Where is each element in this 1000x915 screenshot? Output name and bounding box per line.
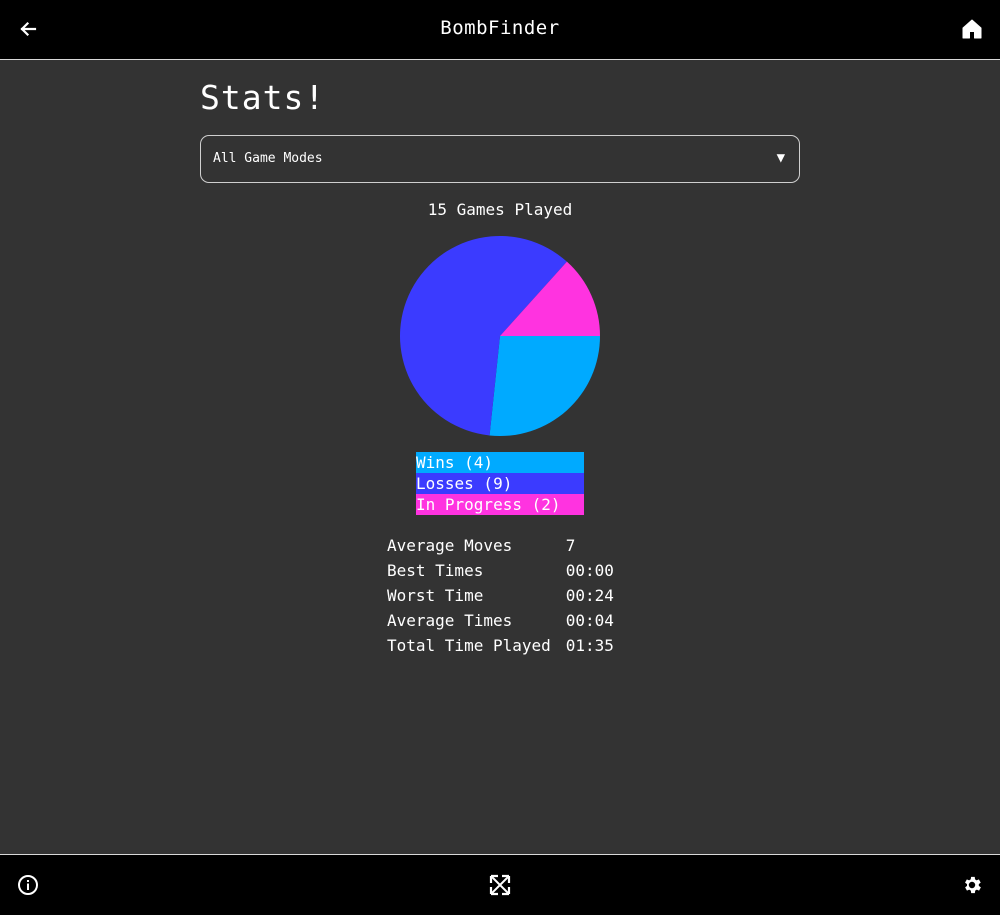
pie-legend: Wins (4) Losses (9) In Progress (2) — [416, 452, 584, 515]
stats-row: Worst Time 00:24 — [387, 583, 614, 608]
stat-value: 00:00 — [565, 561, 614, 580]
legend-item: In Progress (2) — [416, 494, 584, 515]
stat-value: 00:24 — [565, 586, 614, 605]
home-icon — [962, 19, 982, 39]
results-pie-chart — [400, 236, 600, 436]
stat-value: 01:35 — [565, 636, 614, 655]
stats-row: Best Times 00:00 — [387, 558, 614, 583]
legend-item: Wins (4) — [416, 452, 584, 473]
stat-label: Worst Time — [387, 586, 484, 605]
chevron-down-icon: ▼ — [776, 150, 785, 166]
stat-label: Best Times — [387, 561, 484, 580]
settings-button[interactable] — [958, 871, 986, 899]
page-title: Stats! — [200, 78, 326, 117]
stats-table: Average Moves 7 Best Times 00:00 Worst T… — [387, 533, 614, 658]
stats-row: Average Times 00:04 — [387, 608, 614, 633]
fullscreen-button[interactable] — [486, 871, 514, 899]
home-button[interactable] — [958, 15, 986, 43]
stat-label: Average Moves — [387, 536, 513, 555]
info-icon — [18, 875, 38, 895]
top-app-bar: BombFinder — [0, 0, 1000, 60]
bottom-bar — [0, 854, 1000, 915]
app-title: BombFinder — [440, 17, 560, 39]
stat-value: 7 — [565, 536, 576, 555]
stat-label: Average Times — [387, 611, 513, 630]
legend-item: Losses (9) — [416, 473, 584, 494]
game-mode-selected-value: All Game Modes — [213, 151, 323, 166]
stat-value: 00:04 — [565, 611, 614, 630]
gear-icon — [965, 876, 981, 894]
info-button[interactable] — [14, 871, 42, 899]
stats-row: Total Time Played 01:35 — [387, 633, 614, 658]
stat-label: Total Time Played — [387, 636, 551, 655]
pie-slice-wins — [489, 336, 600, 436]
games-played-count: 15 Games Played — [427, 200, 573, 219]
game-mode-select[interactable]: All Game Modes ▼ — [200, 135, 800, 183]
fullscreen-icon — [489, 874, 511, 896]
stats-row: Average Moves 7 — [387, 533, 614, 558]
